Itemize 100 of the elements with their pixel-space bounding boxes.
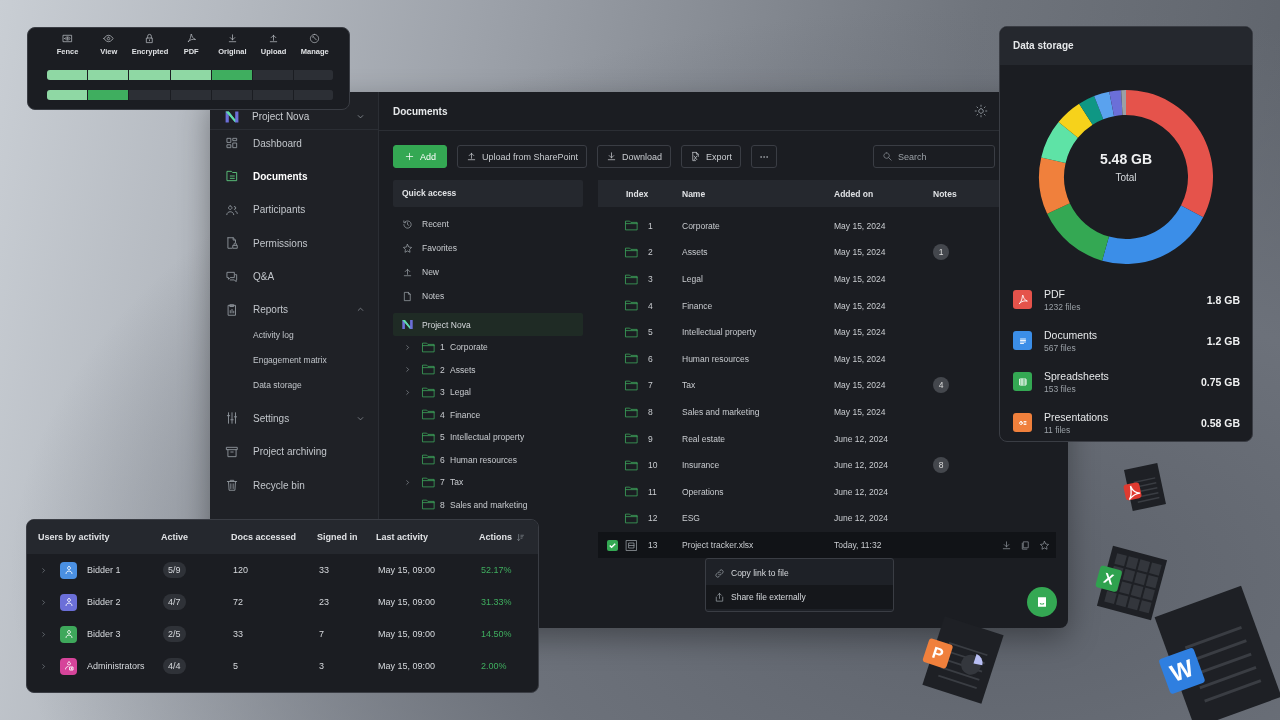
logo-icon	[401, 318, 414, 331]
toolbar-button[interactable]: Export	[681, 145, 742, 168]
tree-item[interactable]: 8 Sales and marketing	[393, 493, 583, 516]
sun-icon[interactable]	[974, 104, 988, 118]
table-cell-text: June 12, 2024	[834, 486, 889, 497]
history-icon	[402, 218, 413, 230]
sort-icon[interactable]	[516, 532, 525, 542]
selected-row[interactable]: 13 Project tracker.xlsx Today, 11:32	[598, 531, 1056, 559]
sidebar-item[interactable]: Documents	[210, 163, 378, 190]
table-cell-text: May 15, 09:00	[378, 661, 437, 671]
chevron-right-icon[interactable]	[39, 597, 48, 607]
file-icon	[402, 290, 413, 302]
sidebar-subitem[interactable]: Engagement matrix	[210, 347, 378, 373]
sidebar-item[interactable]: Dashboard	[210, 130, 378, 156]
table-cell-text: ESG	[682, 513, 701, 524]
sidebar-item[interactable]: Q&A	[210, 263, 378, 290]
sidebar-subitem[interactable]: Activity log	[210, 322, 378, 348]
folder-icon	[624, 298, 639, 314]
table-cell-text: 7	[647, 380, 654, 391]
sidebar-item[interactable]: Permissions	[210, 230, 378, 257]
download-icon	[606, 151, 618, 162]
upload-icon	[268, 33, 280, 44]
active-count: 5/9	[163, 562, 186, 578]
more-button[interactable]	[751, 145, 778, 168]
tree-item[interactable]: 5 Intellectual property	[393, 426, 583, 449]
table-cell-text: 23	[319, 597, 330, 607]
folder-icon	[624, 510, 639, 526]
chat-button[interactable]	[1027, 587, 1057, 617]
document-file-drawing: W	[1154, 585, 1280, 720]
chevron-right-icon[interactable]	[39, 565, 48, 575]
search-field[interactable]: Search	[873, 145, 995, 168]
chat-bubbles-icon	[225, 269, 239, 284]
column-header: Notes	[933, 188, 958, 199]
tree-item[interactable]: 1 Corporate	[393, 336, 583, 359]
total-size: 5.48 GB	[1099, 151, 1153, 167]
quick-access-item[interactable]: Favorites	[393, 236, 583, 260]
table-cell-text: 14.50%	[481, 629, 513, 639]
table-cell-text: Finance	[682, 300, 714, 311]
sidebar-item[interactable]: Recycle bin	[210, 472, 378, 499]
tree-item[interactable]: Project Nova	[393, 313, 583, 336]
tree-item[interactable]: 3 Legal	[393, 381, 583, 404]
table-cell-text: Tax	[682, 380, 697, 391]
sliders-icon	[225, 411, 239, 426]
sidebar-item[interactable]: Settings	[210, 405, 378, 432]
column-header: Added on	[834, 188, 875, 199]
tree-item[interactable]: 6 Human resources	[393, 448, 583, 471]
copy-icon[interactable]	[1020, 539, 1031, 551]
table-cell-text: Real estate	[682, 433, 726, 444]
quick-access-item[interactable]: Notes	[393, 284, 583, 308]
tree-item[interactable]: 2 Assets	[393, 358, 583, 381]
upload-icon	[402, 266, 413, 278]
total-label: Total	[1115, 172, 1137, 183]
sidebar-item[interactable]: Participants	[210, 196, 378, 223]
chevron-right-icon[interactable]	[39, 629, 48, 639]
chevron-right-icon[interactable]	[403, 477, 412, 487]
table-cell-text: Bidder 1	[87, 565, 122, 575]
menu-item[interactable]: Copy link to file	[706, 561, 893, 585]
table-cell-text: 6	[647, 353, 654, 364]
folder-icon	[421, 452, 436, 468]
table-cell-text: May 15, 2024	[834, 274, 887, 285]
storage-size: 1.8 GB	[1206, 293, 1240, 306]
quick-access-item[interactable]: New	[393, 260, 583, 284]
table-cell-text: 7	[319, 629, 325, 639]
tree-item[interactable]: 7 Tax	[393, 471, 583, 494]
sidebar-item[interactable]: Reports	[210, 296, 378, 323]
table-cell-text: Bidder 3	[87, 629, 122, 639]
project-name: Project Nova	[252, 111, 310, 122]
download-icon[interactable]	[1001, 539, 1012, 551]
chevron-right-icon[interactable]	[403, 387, 412, 397]
table-cell-text: Project tracker.xlsx	[682, 540, 755, 550]
star-icon[interactable]	[1039, 539, 1050, 551]
toolbar-button[interactable]: Download	[597, 145, 672, 168]
checkbox[interactable]	[606, 539, 618, 551]
toolbar-button[interactable]: Upload from SharePoint	[457, 145, 588, 168]
table-cell-text: Operations	[682, 486, 725, 497]
eye-icon	[103, 33, 115, 44]
sidebar-item[interactable]: Project archiving	[210, 438, 378, 465]
table-cell-text: Bidder 2	[87, 597, 122, 607]
file-count: 11 files	[1044, 424, 1072, 435]
chevron-right-icon[interactable]	[39, 661, 48, 671]
folder-icon	[624, 218, 639, 234]
star-icon	[402, 242, 413, 254]
spreadsheet-file-drawing: X	[1095, 545, 1168, 621]
upload-icon	[466, 151, 477, 162]
chevron-right-icon[interactable]	[403, 342, 412, 352]
table-cell-text: May 15, 2024	[834, 220, 887, 231]
tree-item[interactable]: 4 Finance	[393, 403, 583, 426]
file-count: 153 files	[1044, 383, 1077, 394]
chevron-right-icon[interactable]	[403, 365, 412, 375]
table-cell-text: May 15, 09:00	[378, 565, 437, 575]
spreadsheet-file-icon	[624, 537, 639, 553]
table-cell-text: May 15, 2024	[834, 327, 887, 338]
table-cell-text: 52.17%	[481, 565, 513, 575]
quick-access-item[interactable]: Recent	[393, 212, 583, 236]
menu-item[interactable]: Share file externally	[706, 585, 893, 609]
table-cell-text: Intellectual property	[682, 327, 758, 338]
sidebar-subitem[interactable]: Data storage	[210, 372, 378, 398]
table-cell-text: June 12, 2024	[834, 433, 889, 444]
table-cell-text: Today, 11:32	[834, 540, 883, 550]
folder-icon	[624, 484, 639, 500]
